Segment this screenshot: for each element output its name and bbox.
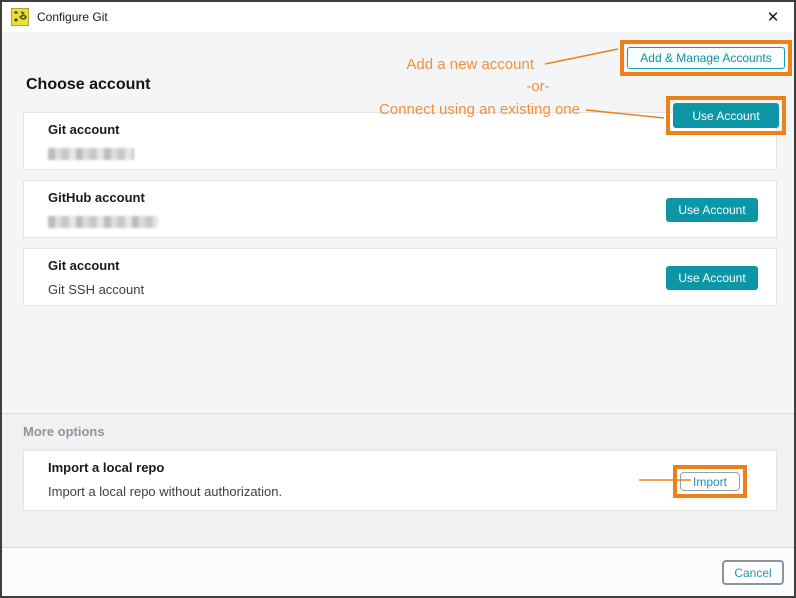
- tutorial-highlight-box: Import: [673, 465, 747, 498]
- close-icon[interactable]: ✕: [756, 2, 790, 31]
- add-manage-accounts-button[interactable]: Add & Manage Accounts: [627, 47, 785, 69]
- redacted-account-name: [48, 148, 134, 160]
- import-card-title: Import a local repo: [48, 460, 165, 475]
- app-icon: [11, 8, 29, 26]
- cancel-button[interactable]: Cancel: [722, 560, 784, 585]
- account-card-git: Git account: [23, 112, 777, 170]
- annotation-connect-existing: Connect using an existing one: [379, 101, 580, 118]
- configure-git-dialog: Configure Git ✕ Choose account Git accou…: [0, 0, 796, 598]
- account-title: Git account: [48, 258, 120, 273]
- account-card-github: GitHub account Use Account: [23, 180, 777, 238]
- account-title: Git account: [48, 122, 120, 137]
- annotation-or: -or-: [526, 78, 550, 95]
- import-local-repo-card: Import a local repo Import a local repo …: [23, 450, 777, 511]
- section-heading: Choose account: [26, 76, 151, 93]
- more-options-heading: More options: [23, 424, 105, 439]
- import-card-description: Import a local repo without authorizatio…: [48, 484, 283, 499]
- use-account-button[interactable]: Use Account: [666, 198, 758, 222]
- account-subtitle: Git SSH account: [48, 282, 145, 297]
- window-title: Configure Git: [37, 10, 108, 24]
- annotation-add-new-account: Add a new account: [406, 56, 534, 73]
- account-title: GitHub account: [48, 190, 145, 205]
- title-bar: Configure Git ✕: [2, 2, 794, 32]
- import-button[interactable]: Import: [680, 472, 740, 491]
- redacted-account-name: [48, 216, 158, 228]
- choose-account-section: Choose account Git account GitHub accoun…: [2, 32, 794, 413]
- account-card-git-ssh: Git account Git SSH account Use Account: [23, 248, 777, 306]
- tutorial-highlight-box: Use Account: [666, 96, 786, 135]
- more-options-section: More options Import a local repo Import …: [2, 413, 794, 547]
- footer-bar: Cancel: [2, 547, 794, 596]
- use-account-button[interactable]: Use Account: [673, 103, 779, 128]
- tutorial-highlight-box: Add & Manage Accounts: [620, 40, 792, 76]
- use-account-button[interactable]: Use Account: [666, 266, 758, 290]
